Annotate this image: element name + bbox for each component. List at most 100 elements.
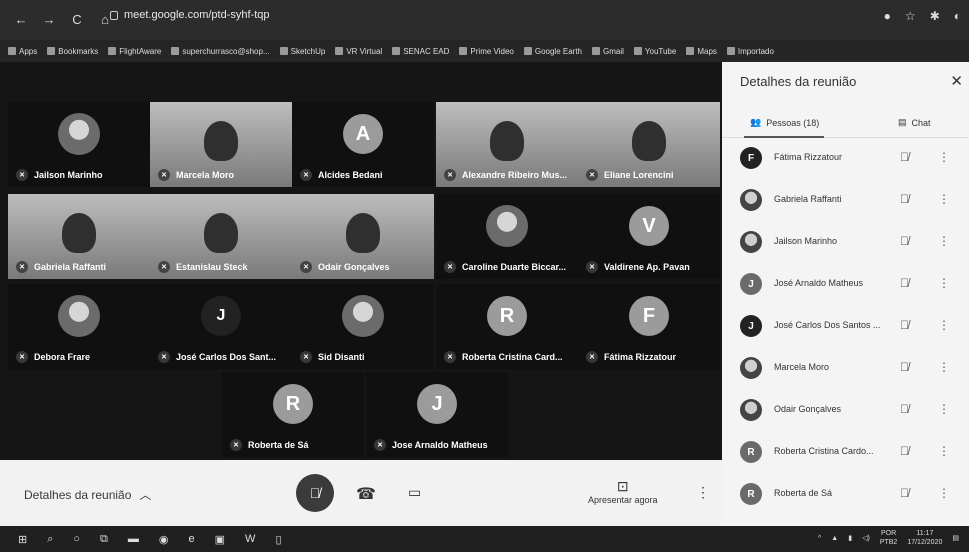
language-indicator[interactable]: POR PTB2 bbox=[880, 529, 898, 547]
more-options-icon[interactable]: ⋮ bbox=[938, 360, 950, 374]
task-view-icon[interactable]: ⧉ bbox=[100, 533, 108, 546]
participant-tile[interactable]: F ✕ Fátima Rizzatour bbox=[578, 284, 720, 369]
people-list-item[interactable]: Marcela Moro 🎙̸ ⋮ bbox=[722, 352, 969, 394]
people-list-item[interactable]: Gabriela Raffanti 🎙̸ ⋮ bbox=[722, 184, 969, 226]
more-options-icon[interactable]: ⋮ bbox=[938, 192, 950, 206]
camera-toggle-button[interactable]: ▭ bbox=[408, 484, 421, 501]
participant-tile[interactable]: ✕ Debora Frare bbox=[8, 284, 150, 369]
participant-tile[interactable]: ✕ Sid Disanti bbox=[292, 284, 434, 369]
participant-name-tag: ✕ Valdirene Ap. Pavan bbox=[586, 261, 690, 273]
bookmark-item[interactable]: YouTube bbox=[633, 47, 676, 56]
people-list-item[interactable]: R Roberta Cristina Cardo... 🎙̸ ⋮ bbox=[722, 436, 969, 478]
meeting-controls: Detalhes da reunião ︿ 🎙̸ ☎ ▭ ⊡ Apresenta… bbox=[0, 460, 722, 526]
word-icon[interactable]: W bbox=[245, 533, 255, 546]
participant-tile[interactable]: ✕ Caroline Duarte Biccar... bbox=[436, 194, 578, 279]
back-icon[interactable]: ← bbox=[14, 12, 28, 27]
participant-tile[interactable]: ✕ Estanislau Steck bbox=[150, 194, 292, 279]
bookmark-item[interactable]: VR Virtual bbox=[335, 47, 382, 56]
more-options-icon[interactable]: ⋮ bbox=[938, 276, 950, 290]
participant-tile[interactable]: J ✕ José Carlos Dos Sant... bbox=[150, 284, 292, 369]
more-options-icon[interactable]: ⋮ bbox=[938, 402, 950, 416]
people-list: F Fátima Rizzatour 🎙̸ ⋮ Gabriela Raffanti 🎙̸ ⋮… bbox=[722, 142, 969, 520]
person-name: Roberta de Sá bbox=[774, 488, 833, 498]
person-name: Gabriela Raffanti bbox=[774, 194, 842, 204]
participant-video bbox=[204, 212, 238, 253]
participant-tile[interactable]: R ✕ Roberta de Sá bbox=[222, 372, 364, 457]
participant-tile[interactable]: ✕ Jailson Marinho bbox=[8, 102, 150, 187]
bookmark-item[interactable]: Apps bbox=[8, 47, 37, 56]
bookmark-item[interactable]: SENAC EAD bbox=[392, 47, 449, 56]
more-options-icon[interactable]: ⋮ bbox=[938, 150, 950, 164]
forward-icon[interactable]: → bbox=[42, 12, 56, 27]
file-explorer-icon[interactable]: ▬ bbox=[128, 533, 139, 546]
bookmark-item[interactable]: SketchUp bbox=[279, 47, 325, 56]
tab-people[interactable]: 👥 Pessoas (18) bbox=[750, 117, 819, 128]
participant-tile[interactable]: ✕ Marcela Moro bbox=[150, 102, 292, 187]
more-options-icon[interactable]: ⋮ bbox=[938, 486, 950, 500]
bookmark-item[interactable]: Gmail bbox=[592, 47, 624, 56]
clock[interactable]: 11:17 17/12/2020 bbox=[907, 529, 942, 547]
bookmark-item[interactable]: Prime Video bbox=[459, 47, 514, 56]
meeting-details-button[interactable]: Detalhes da reunião ︿ bbox=[24, 486, 151, 503]
bookmark-label: superchurrasco@shop... bbox=[182, 46, 270, 56]
participant-tile[interactable]: R ✕ Roberta Cristina Card... bbox=[436, 284, 578, 369]
participant-name: Debora Frare bbox=[34, 352, 91, 362]
bookmark-item[interactable]: Importado bbox=[726, 47, 774, 56]
participant-tile[interactable]: J ✕ Jose Arnaldo Matheus bbox=[366, 372, 508, 457]
star-icon[interactable]: ☆ bbox=[905, 9, 916, 23]
person-avatar: J bbox=[740, 315, 762, 337]
more-options-button[interactable]: ⋮ bbox=[696, 484, 710, 501]
people-list-item[interactable]: Jailson Marinho 🎙̸ ⋮ bbox=[722, 226, 969, 268]
participant-name-tag: ✕ Jose Arnaldo Matheus bbox=[374, 439, 488, 451]
bookmark-item[interactable]: Maps bbox=[686, 47, 717, 56]
participant-tile[interactable]: ✕ Eliane Lorencini bbox=[578, 102, 720, 187]
network-icon[interactable]: ▲ bbox=[831, 535, 838, 542]
camera-indicator-icon[interactable]: ● bbox=[884, 9, 891, 23]
extension-icon[interactable]: ✱ bbox=[930, 9, 940, 23]
people-list-item[interactable]: R Roberta de Sá 🎙̸ ⋮ bbox=[722, 478, 969, 520]
windows-start-icon[interactable]: ⊞ bbox=[18, 533, 27, 546]
more-options-icon[interactable]: ⋮ bbox=[938, 444, 950, 458]
hang-up-button[interactable]: ☎ bbox=[356, 484, 376, 504]
close-icon[interactable]: ✕ bbox=[950, 72, 963, 90]
battery-icon[interactable]: ▮ bbox=[848, 534, 852, 542]
participant-avatar: J bbox=[201, 296, 241, 337]
reload-icon[interactable]: C bbox=[70, 12, 84, 27]
search-icon[interactable]: ⌕ bbox=[47, 533, 53, 546]
bookmark-item[interactable]: superchurrasco@shop... bbox=[171, 46, 270, 56]
participant-tile[interactable]: V ✕ Valdirene Ap. Pavan bbox=[578, 194, 720, 279]
volume-icon[interactable]: ◁) bbox=[862, 534, 870, 542]
people-list-item[interactable]: F Fátima Rizzatour 🎙̸ ⋮ bbox=[722, 142, 969, 184]
bookmark-icon bbox=[392, 47, 401, 55]
cortana-icon[interactable]: ○ bbox=[73, 533, 80, 546]
bookmark-item[interactable]: Bookmarks bbox=[47, 47, 98, 56]
participant-tile[interactable]: ✕ Alexandre Ribeiro Mus... bbox=[436, 102, 578, 187]
app-icon-2[interactable]: ▯ bbox=[275, 533, 281, 546]
profile-icon[interactable]: ◐ bbox=[954, 9, 961, 23]
participant-tile[interactable]: ✕ Gabriela Raffanti bbox=[8, 194, 150, 279]
people-list-item[interactable]: Odair Gonçalves 🎙̸ ⋮ bbox=[722, 394, 969, 436]
participant-tile[interactable]: ✕ Odair Gonçalves bbox=[292, 194, 434, 279]
edge-icon[interactable]: e bbox=[189, 533, 195, 546]
bookmark-icon bbox=[633, 47, 642, 55]
address-bar[interactable]: meet.google.com/ptd-syhf-tqp bbox=[110, 9, 270, 21]
tray-up-icon[interactable]: ^ bbox=[818, 535, 821, 542]
notifications-icon[interactable]: ▤ bbox=[952, 534, 959, 542]
tab-chat[interactable]: ▤ Chat bbox=[898, 117, 931, 128]
participant-tile[interactable]: A ✕ Alcides Bedani bbox=[292, 102, 434, 187]
app-icon[interactable]: ▣ bbox=[215, 533, 225, 546]
mic-toggle-button[interactable]: 🎙̸ bbox=[296, 474, 334, 512]
participant-name-tag: ✕ Marcela Moro bbox=[158, 169, 234, 181]
mic-off-icon: ✕ bbox=[300, 351, 312, 363]
more-options-icon[interactable]: ⋮ bbox=[938, 318, 950, 332]
bookmark-item[interactable]: Google Earth bbox=[523, 47, 582, 56]
chrome-icon[interactable]: ◉ bbox=[159, 533, 169, 546]
bookmark-item[interactable]: FlightAware bbox=[108, 47, 161, 56]
mic-off-icon: 🎙̸ bbox=[900, 234, 909, 248]
people-list-item[interactable]: J José Arnaldo Matheus 🎙̸ ⋮ bbox=[722, 268, 969, 310]
more-options-icon[interactable]: ⋮ bbox=[938, 234, 950, 248]
people-list-item[interactable]: J José Carlos Dos Santos ... 🎙̸ ⋮ bbox=[722, 310, 969, 352]
present-now-button[interactable]: ⊡ Apresentar agora bbox=[588, 478, 658, 505]
person-avatar: R bbox=[740, 483, 762, 505]
bookmark-icon bbox=[171, 47, 180, 55]
